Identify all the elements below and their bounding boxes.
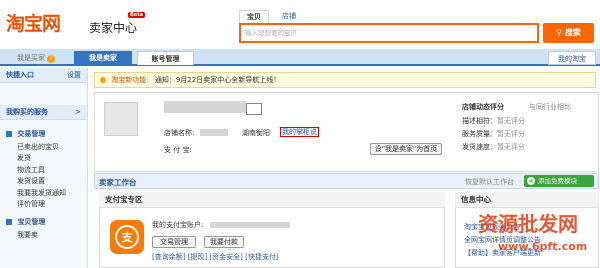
quick-entry-settings[interactable]: 设置 (67, 68, 81, 83)
baby-management-header[interactable]: 宝贝管理 (0, 215, 87, 230)
alipay-glyph: 支 (121, 230, 134, 244)
rating-desc-value: 暂无评分 (497, 117, 525, 125)
sidebar-item-reviews[interactable]: 评价管理 (0, 199, 87, 210)
tab-account[interactable]: 账号管理 (137, 51, 194, 65)
rating-shipping: 发货速度：暂无评分 (462, 142, 525, 152)
search-icon: ⚲ (556, 28, 563, 37)
seller-center-page: 淘宝网 卖家中心 Beta 宝贝 店铺 输入您想要的宝贝 ⚲ 搜索 我是买家? … (0, 0, 600, 268)
search-button[interactable]: ⚲ 搜索 (543, 23, 594, 43)
alipay-zone-title: 支付宝专区 (99, 192, 445, 208)
rating-shipping-value: 暂无评分 (497, 143, 525, 151)
tab-seller[interactable]: 我是卖家 (74, 51, 132, 65)
notice-label: 淘宝新功能: (111, 76, 149, 84)
alipay-account-label: 我的支付宝账户: (152, 221, 204, 229)
info-center-title: 信息中心 (455, 192, 599, 208)
trade-manage-button[interactable]: 交易管理 (152, 236, 196, 248)
notice-text[interactable]: 通知：9月22日卖家中心全新导航上线！ (155, 76, 280, 84)
quick-entry-header: 快捷入口 设置 (0, 68, 87, 83)
store-name-redacted (200, 129, 228, 136)
rating-desc: 描述相符：暂无评分 (462, 116, 525, 126)
tab-buyer[interactable]: 我是买家? (6, 51, 66, 65)
trade-management-title: 交易管理 (17, 130, 46, 138)
sidebar-item-ship-notice[interactable]: 我要我发货通知 (0, 188, 87, 199)
collapse-icon (6, 219, 12, 226)
quick-entry-title: 快捷入口 (6, 71, 34, 79)
balance-link[interactable]: [查询余额] (152, 253, 185, 261)
alipay-links: [查询余额] [提现] [资金安全] [快捷支付] (152, 252, 279, 262)
add-module-label: 添加免费模块 (538, 177, 577, 185)
rating-title: 店铺动态评分 (462, 103, 504, 111)
rating-compare: 与同行业相比 (529, 103, 571, 111)
withdraw-link[interactable]: [提现] (188, 253, 207, 261)
store-owner-redacted (164, 101, 246, 113)
id-card-icon[interactable] (246, 103, 262, 115)
sidebar-item-ship-settings[interactable]: 发货设置 (0, 176, 87, 187)
store-name-label: 店铺名称: (164, 129, 195, 137)
quick-pay-link[interactable]: [快捷支付] (245, 253, 278, 261)
watermark-url: www.6pft.com (498, 240, 588, 253)
bought-services-header[interactable]: 我购买的服务 > (0, 105, 87, 120)
add-module-button[interactable]: + 添加免费模块 (524, 175, 594, 187)
taobao-logo[interactable]: 淘宝网 (6, 9, 61, 36)
rating-service-value: 暂无评分 (497, 130, 525, 138)
rating-service: 服务质量：暂无评分 (462, 129, 525, 139)
sidebar-item-ship[interactable]: 发货 (0, 153, 87, 164)
search-tab-item[interactable]: 宝贝 (239, 10, 269, 23)
plus-icon: + (527, 177, 535, 185)
sidebar-item-sold[interactable]: 已卖出的宝贝 (0, 142, 87, 153)
alipay-logo-shape: 支 (115, 225, 139, 249)
beta-badge: Beta (128, 12, 145, 18)
chevron-right-icon: > (75, 108, 81, 116)
my-store-link[interactable]: 我的掌柜说 (280, 127, 319, 137)
workbench-title: 卖家工作台 (99, 178, 137, 187)
restore-default-link[interactable]: 恢复默认工作台 (465, 177, 514, 187)
baby-management-title: 宝贝管理 (17, 218, 46, 227)
sidebar: 快捷入口 设置 我购买的服务 > 交易管理 已卖出的宝贝 发货 物流工具 发货设… (0, 68, 88, 268)
help-icon[interactable]: ? (47, 55, 55, 63)
pay-button[interactable]: 我要付款 (204, 236, 244, 248)
bell-icon (100, 77, 106, 83)
trade-management-header[interactable]: 交易管理 (0, 127, 87, 142)
rating-desc-label: 描述相符： (462, 117, 497, 125)
tab-buyer-label: 我是买家 (17, 54, 45, 62)
search-button-label: 搜索 (564, 28, 581, 37)
sidebar-item-sell[interactable]: 我要卖 (0, 230, 87, 241)
quick-entry-body (0, 83, 87, 105)
watermark-title: 资源批发网 (478, 212, 578, 236)
search-box: 输入您想要的宝贝 (239, 23, 539, 43)
avatar[interactable] (104, 102, 138, 136)
bought-services-title: 我购买的服务 (6, 108, 48, 116)
rating-service-label: 服务质量： (462, 130, 497, 138)
rating-shipping-label: 发货速度： (462, 143, 497, 151)
set-homepage-button[interactable]: 设"我是卖家"为首页 (370, 143, 442, 155)
store-location: 湖南衡阳 (242, 129, 270, 137)
search-input[interactable]: 输入您想要的宝贝 (245, 28, 535, 39)
notice-bar: 淘宝新功能: 通知：9月22日卖家中心全新导航上线！ (94, 72, 596, 88)
my-taobao-link[interactable]: 我的淘宝 (548, 51, 596, 65)
alipay-account-redacted (210, 222, 290, 228)
alipay-label: 支 付 宝: (164, 146, 192, 154)
alipay-icon: 支 (110, 220, 144, 254)
seller-center-title: 卖家中心 (89, 21, 138, 35)
fund-security-link[interactable]: [资金安全] (209, 253, 242, 261)
search-tab-shop[interactable]: 店铺 (275, 10, 303, 23)
sidebar-item-logistics[interactable]: 物流工具 (0, 165, 87, 176)
collapse-icon (6, 131, 12, 137)
